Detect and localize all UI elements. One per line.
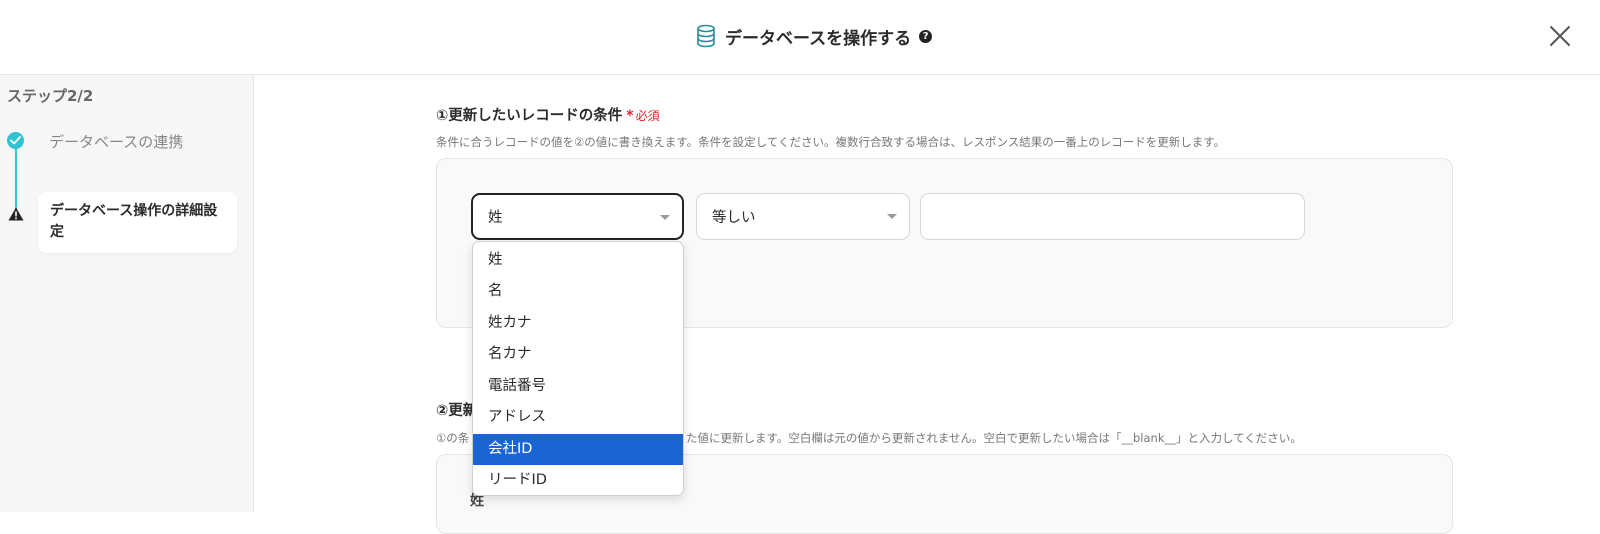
required-star: * (626, 108, 634, 124)
dropdown-option[interactable]: リードID (473, 465, 683, 495)
dropdown-option[interactable]: 名 (473, 276, 683, 307)
operator-select[interactable]: 等しい (696, 193, 910, 240)
step-count: ステップ2/2 (7, 87, 94, 105)
dropdown-option[interactable]: 電話番号 (473, 371, 683, 402)
help-icon[interactable]: ? (919, 29, 933, 43)
chevron-down-icon (887, 214, 897, 219)
field-select[interactable]: 姓 (471, 193, 684, 240)
sidebar-step-operation-detail[interactable]: データベース操作の詳細設定 (38, 192, 237, 253)
modal-title: データベースを操作する ? (695, 22, 933, 50)
dropdown-option-highlighted[interactable]: 会社ID (473, 434, 683, 465)
section2-description: た値に更新します。空白欄は元の値から更新されません。空白で更新したい場合は「__… (686, 431, 1302, 445)
dropdown-option[interactable]: 姓カナ (473, 308, 683, 339)
section2-description-left: ①の条 (436, 431, 470, 445)
database-icon (695, 24, 717, 48)
step-connector (15, 149, 17, 209)
dropdown-option[interactable]: 姓 (473, 245, 683, 276)
close-icon[interactable] (1548, 24, 1572, 48)
step-sidebar: ステップ2/2 データベースの連携 データベース操作の詳細設定 (0, 75, 254, 512)
chevron-down-icon (660, 215, 670, 220)
modal-title-text: データベースを操作する (725, 28, 912, 49)
field-dropdown-menu: 姓 名 姓カナ 名カナ 電話番号 アドレス 会社ID リードID (472, 241, 684, 496)
section1-description: 条件に合うレコードの値を②の値に書き換えます。条件を設定してください。複数行合致… (436, 135, 1226, 149)
required-label: 必須 (635, 109, 660, 123)
warning-icon (8, 206, 24, 221)
operator-select-value: 等しい (712, 210, 756, 226)
condition-value-input[interactable] (920, 193, 1305, 240)
section1-title: ①更新したいレコードの条件 * 必須 (436, 104, 660, 125)
section1-title-text: ①更新したいレコードの条件 (436, 108, 623, 124)
check-circle-icon (7, 132, 24, 149)
modal-header: データベースを操作する ? (0, 0, 1600, 75)
dropdown-option[interactable]: アドレス (473, 402, 683, 433)
sidebar-step-database-link[interactable]: データベースの連携 (49, 131, 183, 152)
dropdown-option[interactable]: 名カナ (473, 339, 683, 370)
field-select-value: 姓 (488, 210, 503, 226)
